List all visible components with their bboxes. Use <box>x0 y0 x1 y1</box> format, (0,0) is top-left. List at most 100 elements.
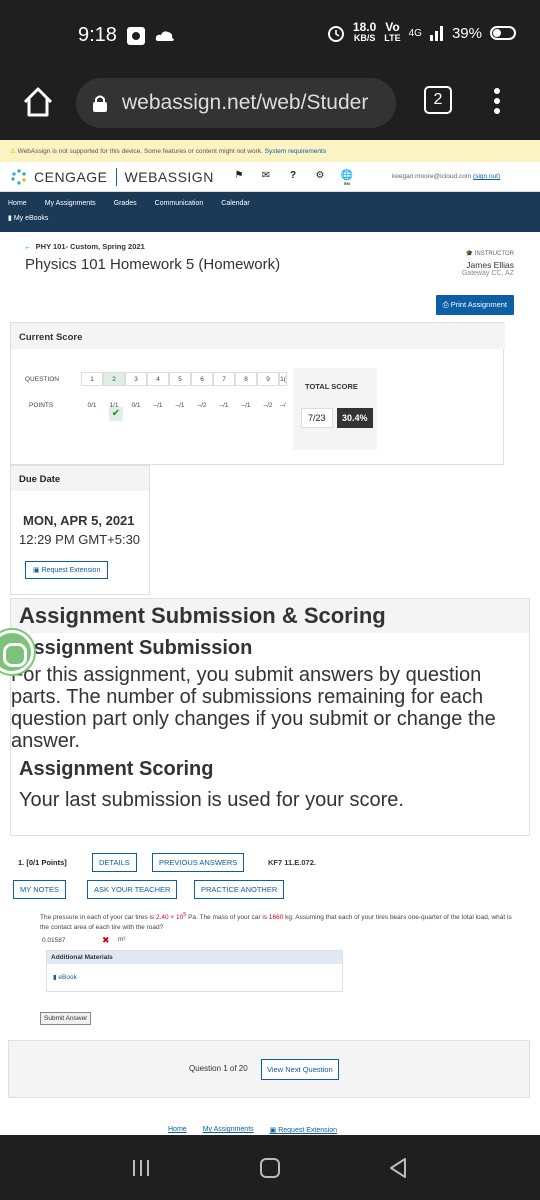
total-score-label: TOTAL SCORE <box>305 382 358 391</box>
help-icon[interactable]: ? <box>286 170 300 182</box>
my-notes-button[interactable]: MY NOTES <box>13 880 67 899</box>
question-4-link[interactable]: 4 <box>147 372 169 386</box>
question-5-link[interactable]: 5 <box>169 372 191 386</box>
alarm-icon <box>327 26 344 42</box>
nav-calendar[interactable]: Calendar <box>221 200 249 207</box>
points-3: 0/1 <box>131 401 141 409</box>
answer-field[interactable]: 0.01587 <box>42 937 66 944</box>
language-icon[interactable]: 🌐EN <box>340 170 354 186</box>
footer-my-assignments-link[interactable]: My Assignments <box>203 1126 254 1134</box>
question-9-link[interactable]: 9 <box>257 372 279 386</box>
notification-icons <box>126 26 176 46</box>
speed-value: 18.0 <box>352 20 377 34</box>
previous-answers-button[interactable]: PREVIOUS ANSWERS <box>152 853 245 872</box>
nav-communication[interactable]: Communication <box>155 200 204 207</box>
current-score-header: Current Score <box>11 323 505 349</box>
total-score-percent: 30.4% <box>337 408 373 428</box>
cengage-logo-text: CENGAGE <box>34 168 108 185</box>
nav-my-assignments[interactable]: My Assignments <box>45 200 96 207</box>
instructor-info: 🎓 INSTRUCTOR James Ellias Gateway CC, AZ <box>462 250 514 277</box>
footer-request-extension-link[interactable]: ▣ Request Extension <box>270 1126 337 1134</box>
question-3-link[interactable]: 3 <box>125 372 147 386</box>
points-4: –/1 <box>153 401 163 409</box>
url-text: webassign.net/web/Studer <box>122 91 369 114</box>
points-1: 0/1 <box>87 401 97 409</box>
footer-request-extension-label: Request Extension <box>278 1127 337 1134</box>
points-label: POINTS <box>29 401 54 409</box>
incorrect-x-icon: ✖ <box>102 935 110 945</box>
additional-materials-header: Additional Materials <box>47 951 342 964</box>
mass-value: 1660 <box>268 914 284 922</box>
ask-teacher-button[interactable]: ASK YOUR TEACHER <box>87 880 178 899</box>
home-nav-icon[interactable] <box>259 1157 281 1179</box>
ebook-link[interactable]: ▮ eBook <box>53 973 342 981</box>
view-next-question-button[interactable]: View Next Question <box>261 1059 339 1080</box>
system-requirements-link[interactable]: System requirements <box>265 148 326 155</box>
tab-switcher-button[interactable]: 2 <box>424 86 452 114</box>
submission-scoring-panel: Assignment Submission & Scoring Assignme… <box>10 598 530 836</box>
ebook-icon: ▮ <box>53 974 57 981</box>
points-10: –/ <box>280 401 286 409</box>
instructor-name: James Ellias <box>466 260 514 270</box>
ebook-label: eBook <box>58 974 77 981</box>
clock: 9:18 <box>78 24 117 46</box>
status-bar: 9:18 18.0 KB/S Vo LTE 4G 39% <box>0 0 540 70</box>
request-extension-button[interactable]: ▣ Request Extension <box>25 561 109 579</box>
question-2-link[interactable]: 2 <box>103 372 125 386</box>
footer-home-link[interactable]: Home <box>168 1126 187 1134</box>
practice-another-button[interactable]: PRACTICE ANOTHER <box>194 880 285 899</box>
speed-unit: KB/S <box>353 33 376 43</box>
gear-icon[interactable]: ⚙ <box>313 170 327 182</box>
url-bar[interactable]: webassign.net/web/Studer <box>76 78 396 128</box>
sign-out-link[interactable]: (sign out) <box>473 173 500 180</box>
question-position: Question 1 of 20 <box>189 1064 248 1073</box>
recent-apps-icon[interactable] <box>130 1157 152 1179</box>
book-icon: ▮ <box>8 215 12 222</box>
print-label: Print Assignment <box>450 300 507 309</box>
brand-tools: ⚑ ✉ ? ⚙ 🌐EN <box>232 170 354 186</box>
print-assignment-button[interactable]: ⎙ Print Assignment <box>435 295 514 315</box>
user-email: keegan.moore@icloud.com <box>392 173 472 180</box>
notification-app-icon <box>127 27 145 45</box>
question-pager: Question 1 of 20 View Next Question <box>8 1040 530 1098</box>
lte-text: LTE <box>384 33 401 43</box>
question-row: QUESTION 1 2 3 4 5 6 7 8 9 1( <box>25 371 287 387</box>
nav-grades[interactable]: Grades <box>114 200 137 207</box>
answer-unit: m² <box>118 936 126 943</box>
back-nav-icon[interactable] <box>387 1157 409 1179</box>
submission-scoring-heading: Assignment Submission & Scoring <box>11 599 529 633</box>
request-extension-label: Request Extension <box>41 567 101 574</box>
question-7-link[interactable]: 7 <box>213 372 235 386</box>
details-button[interactable]: DETAILS <box>92 853 137 872</box>
signal-icon <box>429 26 443 41</box>
submit-answer-button[interactable]: Submit Answer <box>40 1012 92 1025</box>
footer-links: Home My Assignments ▣ Request Extension <box>168 1126 337 1134</box>
announcement-icon[interactable]: ✉ <box>259 170 273 182</box>
question-6-link[interactable]: 6 <box>191 372 213 386</box>
home-icon[interactable] <box>20 84 56 120</box>
user-line: keegan.moore@icloud.com (sign out) <box>392 173 500 180</box>
question-label: QUESTION <box>25 375 59 383</box>
brand-divider <box>115 167 117 186</box>
additional-materials: Additional Materials ▮ eBook <box>46 950 343 992</box>
points-8: –/1 <box>241 401 251 409</box>
question-1-link[interactable]: 1 <box>81 372 103 386</box>
current-score-panel: Current Score QUESTION 1 2 3 4 5 6 7 8 9… <box>10 322 505 465</box>
cloud-icon <box>155 31 174 41</box>
points-9: –/2 <box>263 401 273 409</box>
nav-my-ebooks[interactable]: ▮ My eBooks <box>8 214 540 222</box>
flag-icon[interactable]: ⚑ <box>232 170 246 182</box>
correct-check-icon: ✔ <box>109 407 123 421</box>
course-name: PHY 101- Custom, Spring 2021 <box>35 242 145 251</box>
due-date-header: Due Date <box>11 466 149 491</box>
total-score: TOTAL SCORE 7/23 30.4% <box>293 368 377 450</box>
back-arrow-icon: ← <box>24 242 32 251</box>
network-speed: 18.0 KB/S <box>352 20 377 44</box>
question-8-link[interactable]: 8 <box>235 372 257 386</box>
volte-badge: Vo LTE <box>384 21 401 44</box>
overflow-menu-icon[interactable] <box>490 84 504 120</box>
nav-home[interactable]: Home <box>8 200 27 207</box>
question-text-a: The pressure in each of your car tires i… <box>40 914 156 922</box>
question-10-link[interactable]: 1( <box>279 372 287 386</box>
submission-heading: Assignment Submission <box>19 637 253 659</box>
